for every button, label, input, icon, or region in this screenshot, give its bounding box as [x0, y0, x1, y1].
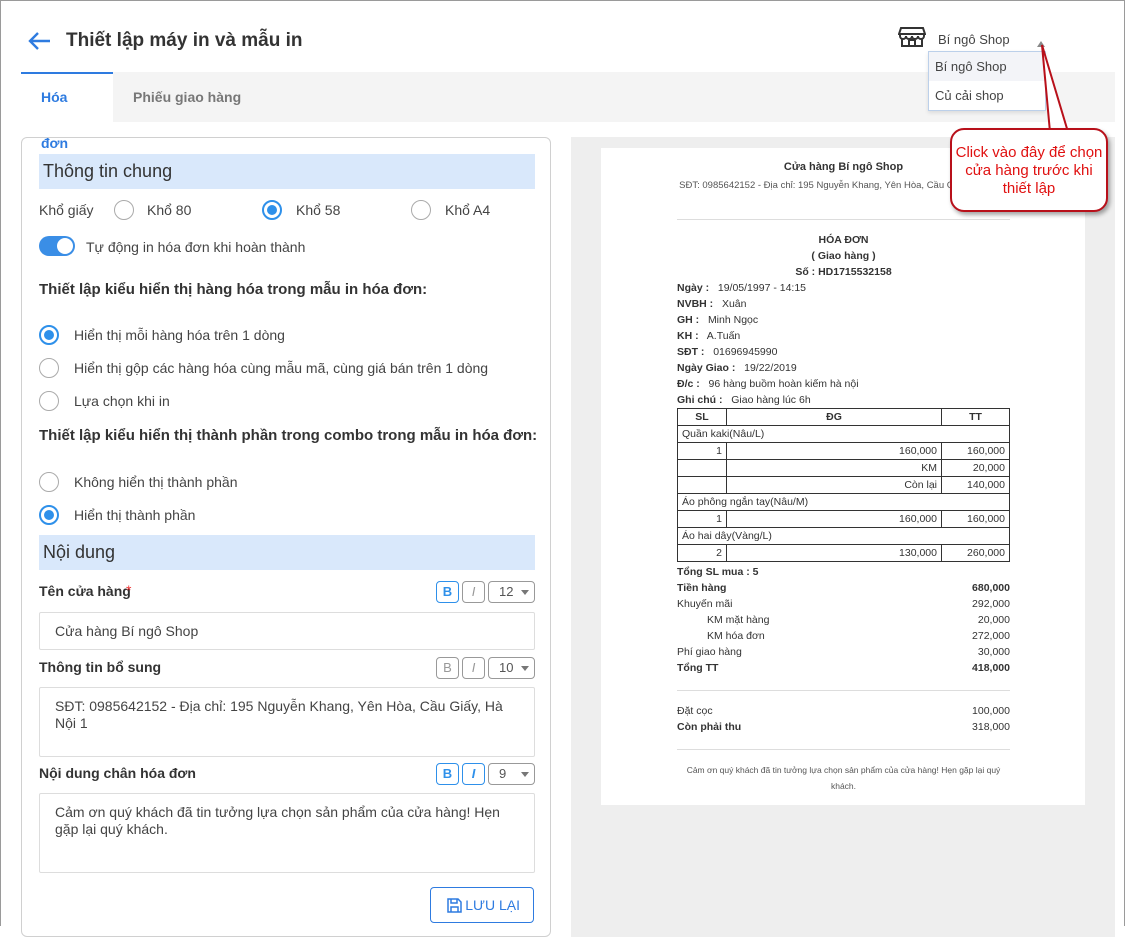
receipt-field: Ngày Giao : 19/22/2019	[677, 362, 797, 374]
bold-button[interactable]: B	[436, 657, 459, 679]
paper-58-label: Khổ 58	[296, 202, 341, 218]
auto-print-toggle[interactable]	[39, 236, 75, 256]
item-value-row: KM 20,000	[677, 459, 1010, 477]
combo-option: Hiển thị thành phần	[74, 507, 196, 523]
radio-item-choose[interactable]	[39, 391, 59, 411]
receipt-subtitle: ( Giao hàng )	[811, 250, 876, 262]
italic-button[interactable]: I	[462, 581, 485, 603]
store-name-label: Tên cửa hàng	[39, 583, 131, 599]
store-option[interactable]: Bí ngô Shop	[929, 52, 1045, 81]
radio-item-grouped[interactable]	[39, 358, 59, 378]
paper-80-label: Khổ 80	[147, 202, 192, 218]
tab-invoice[interactable]: Hóa đơn	[21, 72, 113, 151]
receipt-field: SĐT : 01696945990	[677, 346, 778, 358]
divider	[677, 219, 1010, 220]
receipt-summary-row: Phí giao hàng 30,000	[677, 646, 1010, 658]
footer-textarea[interactable]: Cảm ơn quý khách đã tin tưởng lựa chọn s…	[39, 793, 535, 873]
receipt-field: Đ/c : 96 hàng buồm hoàn kiếm hà nội	[677, 378, 859, 390]
radio-item-per-line[interactable]	[39, 325, 59, 345]
item-display-option: Lựa chọn khi in	[74, 393, 170, 409]
receipt-summary-row: Khuyến mãi 292,000	[677, 598, 1010, 610]
receipt-title: HÓA ĐƠN	[818, 234, 869, 246]
receipt-field: Ghi chú : Giao hàng lúc 6h	[677, 394, 811, 406]
col-qty: SL	[677, 408, 727, 426]
back-arrow-icon[interactable]	[26, 30, 52, 52]
store-icon	[898, 27, 926, 47]
receipt-summary-row: Tiền hàng 680,000	[677, 582, 1010, 594]
receipt-number: Số : HD1715532158	[795, 266, 892, 278]
combo-option: Không hiển thị thành phần	[74, 474, 238, 490]
receipt-items-table: SL ĐG TT Quần kaki(Nâu/L) 1 160,000 160,000 KM…	[677, 408, 1010, 562]
settings-panel: Thông tin chung Khổ giấy Khổ 80 Khổ 58 K…	[21, 137, 551, 937]
save-label: LƯU LẠI	[465, 897, 520, 913]
item-name-row: Quần kaki(Nâu/L)	[677, 425, 1010, 443]
divider	[677, 749, 1010, 750]
radio-combo-show[interactable]	[39, 505, 59, 525]
receipt-field: KH : A.Tuấn	[677, 330, 741, 342]
item-name-row: Áo hai dây(Vàng/L)	[677, 527, 1010, 545]
font-size-select[interactable]: 12	[488, 581, 535, 603]
receipt-footer: Cảm ơn quý khách đã tin tưởng lựa chọn s…	[686, 765, 1001, 791]
item-display-option: Hiển thị mỗi hàng hóa trên 1 dòng	[74, 327, 285, 343]
floppy-disk-icon	[447, 898, 462, 913]
item-value-row: 1 160,000 160,000	[677, 510, 1010, 528]
paper-size-label: Khổ giấy	[39, 202, 94, 218]
auto-print-label: Tự động in hóa đơn khi hoàn thành	[86, 239, 306, 255]
callout-tooltip: Click vào đây để chọn cửa hàng trước khi…	[950, 128, 1108, 212]
item-value-row: 1 160,000 160,000	[677, 442, 1010, 460]
paper-a4-label: Khổ A4	[445, 202, 491, 218]
receipt-field: GH : Minh Ngọc	[677, 314, 759, 326]
required-mark: *	[126, 582, 132, 598]
divider	[677, 690, 1010, 691]
tab-delivery-note[interactable]: Phiếu giao hàng	[113, 72, 261, 122]
section-content: Nội dung	[39, 535, 535, 570]
receipt-deposit: Đặt cọc 100,000	[677, 705, 1010, 717]
font-size-select[interactable]: 10	[488, 657, 535, 679]
receipt-preview: Cửa hàng Bí ngô Shop SĐT: 0985642152 - Đ…	[601, 148, 1085, 805]
receipt-field: NVBH : Xuân	[677, 298, 747, 310]
extra-info-label: Thông tin bổ sung	[39, 659, 162, 675]
receipt-summary-row: KM hóa đơn 272,000	[707, 630, 1010, 642]
radio-paper-a4[interactable]	[411, 200, 431, 220]
save-button[interactable]: LƯU LẠI	[430, 887, 534, 923]
receipt-summary-row: Tổng TT 418,000	[677, 662, 1010, 674]
item-display-title: Thiết lập kiểu hiển thị hàng hóa trong m…	[39, 281, 428, 298]
radio-paper-80[interactable]	[114, 200, 134, 220]
col-total: TT	[941, 408, 1010, 426]
item-display-option: Hiển thị gộp các hàng hóa cùng mẫu mã, c…	[74, 360, 489, 376]
combo-display-title: Thiết lập kiểu hiển thị thành phần trong…	[39, 427, 538, 444]
store-option[interactable]: Củ cải shop	[929, 81, 1045, 110]
font-size-select[interactable]: 9	[488, 763, 535, 785]
section-general: Thông tin chung	[39, 154, 535, 189]
store-select[interactable]: Bí ngô Shop	[938, 32, 1010, 47]
italic-button[interactable]: I	[462, 657, 485, 679]
item-value-row: Còn lại 140,000	[677, 476, 1010, 494]
col-price: ĐG	[726, 408, 942, 426]
extra-info-textarea[interactable]: SĐT: 0985642152 - Địa chỉ: 195 Nguyễn Kh…	[39, 687, 535, 757]
preview-panel: Cửa hàng Bí ngô Shop SĐT: 0985642152 - Đ…	[571, 137, 1115, 937]
receipt-summary-row: KM mặt hàng 20,000	[707, 614, 1010, 626]
receipt-field: Ngày : 19/05/1997 - 14:15	[677, 282, 807, 294]
receipt-total-qty: Tổng SL mua : 5	[677, 566, 759, 578]
radio-paper-58[interactable]	[262, 200, 282, 220]
radio-combo-hide[interactable]	[39, 472, 59, 492]
bold-button[interactable]: B	[436, 581, 459, 603]
store-name-input[interactable]: Cửa hàng Bí ngô Shop	[39, 612, 535, 650]
bold-button[interactable]: B	[436, 763, 459, 785]
callout-pointer	[1041, 44, 1070, 133]
item-value-row: 2 130,000 260,000	[677, 544, 1010, 562]
page-title: Thiết lập máy in và mẫu in	[66, 30, 303, 51]
receipt-remaining: Còn phải thu 318,000	[677, 721, 1010, 733]
italic-button[interactable]: I	[462, 763, 485, 785]
item-name-row: Áo phông ngắn tay(Nâu/M)	[677, 493, 1010, 511]
store-dropdown: Bí ngô Shop Củ cải shop	[928, 51, 1046, 111]
footer-label: Nội dung chân hóa đơn	[39, 765, 196, 781]
